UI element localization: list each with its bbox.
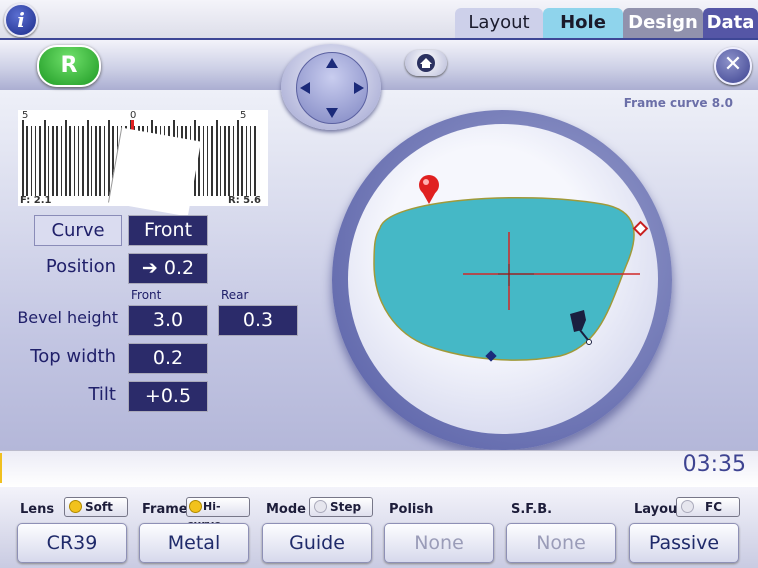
gauge-tick (65, 120, 67, 196)
mode-button[interactable]: Guide (262, 523, 372, 563)
home-icon (417, 54, 435, 72)
gauge-tick (47, 126, 50, 196)
tilt-value[interactable]: +0.5 (128, 381, 208, 412)
gauge-tick (219, 126, 222, 196)
status-band (0, 450, 758, 488)
bevel-front-value[interactable]: 3.0 (128, 305, 208, 336)
arrow-up-icon[interactable] (326, 58, 338, 68)
gauge-tick (215, 120, 218, 196)
fc-toggle[interactable]: FC (676, 497, 740, 517)
curve-gauge: 5 0 5 F: 2.1 R: 5.6 (18, 110, 268, 217)
gauge-tick (22, 120, 24, 196)
gauge-tick (95, 126, 97, 196)
front-label: Front (131, 288, 162, 302)
bevel-rear-value[interactable]: 0.3 (218, 305, 298, 336)
gauge-tick (39, 126, 41, 196)
tab-layout[interactable]: Layout (455, 8, 543, 38)
elapsed-time: 03:35 (682, 452, 746, 477)
gauge-tick (34, 126, 37, 196)
gauge-tick (241, 126, 243, 196)
gauge-tick (206, 126, 209, 196)
position-label: Position (45, 256, 116, 277)
diamond-marker-icon (632, 220, 649, 237)
gauge-tick (245, 126, 248, 196)
gauge-tick (69, 126, 71, 196)
lens-button[interactable]: CR39 (17, 523, 127, 563)
bevel-height-label: Bevel height (17, 308, 118, 327)
right-eye-button[interactable]: R (37, 45, 101, 87)
gauge-tick (249, 126, 252, 196)
gauge-tick (60, 126, 63, 196)
gauge-lens-shape (108, 127, 201, 217)
gauge-tick (232, 126, 235, 196)
arrow-left-icon[interactable] (300, 82, 310, 94)
lens-shape-view (373, 175, 649, 362)
tab-data[interactable]: Data (703, 8, 758, 38)
gauge-tick (30, 126, 33, 196)
sfb-label: S.F.B. (511, 502, 553, 517)
gauge-tick (77, 126, 80, 196)
location-pin-icon (419, 175, 439, 204)
lens-shape (373, 196, 635, 361)
step-toggle-label: Step (330, 500, 362, 514)
close-icon: ✕ (723, 52, 743, 77)
lens-label: Lens (20, 502, 55, 517)
position-value[interactable]: ➔ 0.2 (128, 253, 208, 284)
step-toggle[interactable]: Step (309, 497, 373, 517)
top-width-label: Top width (30, 346, 116, 367)
layout-button[interactable]: Passive (629, 523, 739, 563)
mode-label: Mode (266, 502, 306, 517)
tilt-label: Tilt (88, 384, 116, 405)
gauge-tick (202, 126, 205, 196)
hi-curve-toggle[interactable]: Hi-curve (186, 497, 250, 531)
toggle-off-icon (314, 500, 327, 513)
tab-hole[interactable]: Hole (543, 8, 623, 38)
close-button[interactable]: ✕ (714, 47, 752, 85)
gauge-tick (254, 126, 256, 196)
gauge-tick (103, 126, 106, 196)
frame-curve-readout: Frame curve 8.0 (623, 96, 733, 110)
rear-label: Rear (221, 288, 249, 302)
polish-label: Polish (389, 502, 434, 517)
gauge-tick (52, 126, 54, 196)
gauge-tick (108, 120, 110, 196)
top-width-value[interactable]: 0.2 (128, 343, 208, 374)
gauge-tick (224, 126, 226, 196)
progress-marker (0, 453, 2, 483)
gauge-tick (43, 120, 46, 196)
gauge-scale-left: 5 (22, 110, 29, 121)
curve-button[interactable]: Curve (34, 215, 122, 246)
gauge-tick (237, 120, 239, 196)
gauge-tick (86, 120, 89, 196)
toggle-off-icon (681, 500, 694, 513)
gauge-tick (56, 126, 58, 196)
toggle-on-icon (189, 499, 202, 513)
tab-design[interactable]: Design (623, 8, 703, 38)
sfb-button[interactable]: None (506, 523, 616, 563)
soft-toggle-label: Soft (85, 500, 113, 514)
arrow-down-icon[interactable] (326, 108, 338, 118)
frame-label: Frame (142, 502, 188, 517)
gauge-front-reading: F: 2.1 (20, 195, 52, 206)
gauge-scale-right: 5 (240, 110, 247, 121)
gauge-tick (26, 126, 28, 196)
polish-button[interactable]: None (384, 523, 494, 563)
curve-value[interactable]: Front (128, 215, 208, 246)
gauge-tick (228, 126, 230, 196)
arrow-right-icon[interactable] (354, 82, 364, 94)
gauge-rear-reading: R: 5.6 (228, 195, 261, 206)
frame-button[interactable]: Metal (139, 523, 249, 563)
gauge-tick (90, 126, 93, 196)
toggle-on-icon (69, 500, 82, 513)
soft-toggle[interactable]: Soft (64, 497, 128, 517)
home-button[interactable] (405, 50, 447, 76)
gauge-tick (82, 126, 84, 196)
info-icon[interactable]: i (4, 3, 38, 37)
gauge-tick (198, 126, 200, 196)
gauge-tick (211, 126, 213, 196)
gauge-tick (73, 126, 76, 196)
fc-toggle-label: FC (705, 500, 723, 514)
gauge-tick (99, 126, 101, 196)
